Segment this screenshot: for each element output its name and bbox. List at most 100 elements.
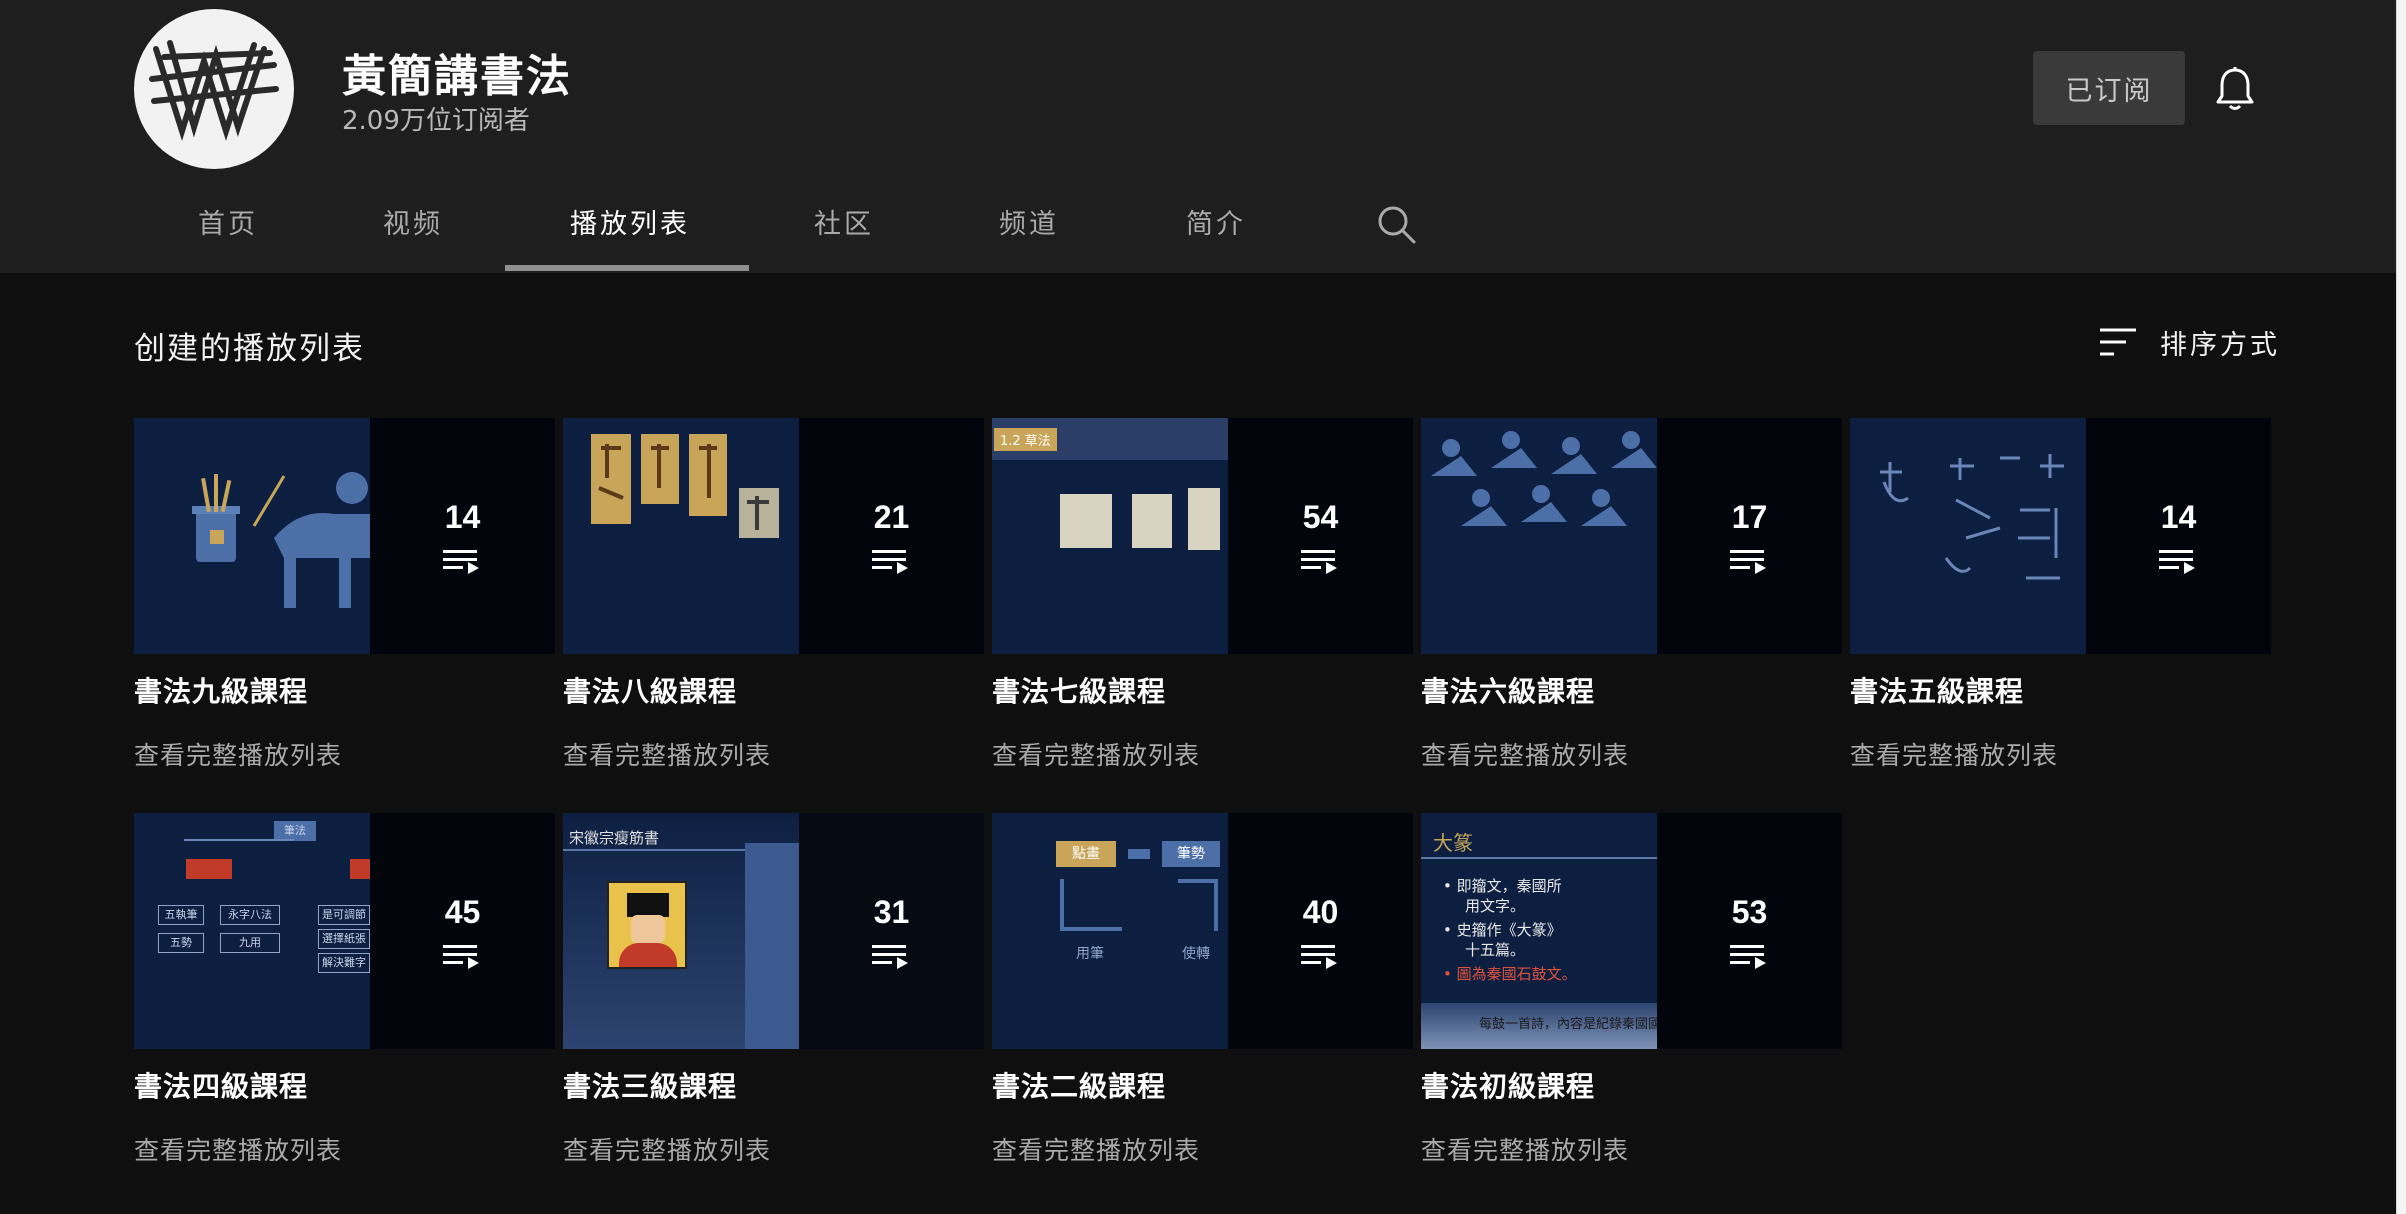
view-full-playlist-link[interactable]: 查看完整播放列表 xyxy=(992,736,1413,772)
channel-name: 黃簡講書法 xyxy=(342,51,572,102)
tab-home[interactable]: 首页 xyxy=(198,202,258,266)
thumbnail-illustration: 筆法 五執筆 永字八法 五勢 九用 是可調節 選擇紙張 解決難字 xyxy=(134,813,370,1049)
bell-icon xyxy=(2216,67,2254,110)
bullet-text: 用文字。 xyxy=(1465,897,1526,915)
playlist-thumbnail[interactable]: 大篆 • 即籀文，秦國所 用文字。 • 史籀作《大篆》 十五篇。 • 圖為秦國石… xyxy=(1421,813,1842,1049)
tab-playlists[interactable]: 播放列表 xyxy=(570,202,690,266)
sort-button[interactable]: 排序方式 xyxy=(2098,320,2280,364)
video-count: 14 xyxy=(2160,498,2197,535)
tree-connector xyxy=(184,839,294,841)
calligraphy-sample xyxy=(1132,494,1172,548)
video-count: 17 xyxy=(1731,498,1768,535)
section-title: 创建的播放列表 xyxy=(134,331,365,367)
subscriber-count: 2.09万位订阅者 xyxy=(342,106,530,136)
channel-search-button[interactable] xyxy=(1375,203,1419,247)
tab-community[interactable]: 社区 xyxy=(814,202,874,266)
video-count: 31 xyxy=(873,893,910,930)
playlist-title[interactable]: 書法六級課程 xyxy=(1421,670,1842,710)
tab-channels[interactable]: 频道 xyxy=(999,202,1059,266)
app-window: 黃簡講書法 2.09万位订阅者 已订阅 首页 视频 播放列表 社区 频道 简介 … xyxy=(0,0,2396,1214)
calligraphy-stroke xyxy=(1060,879,1122,931)
playlist-thumbnail[interactable]: 14 xyxy=(1850,418,2271,654)
tree-node xyxy=(186,859,232,879)
bullet-text: • 圖為秦國石鼓文。 xyxy=(1443,965,1577,983)
view-full-playlist-link[interactable]: 查看完整播放列表 xyxy=(1850,736,2271,772)
view-full-playlist-link[interactable]: 查看完整播放列表 xyxy=(992,1131,1413,1167)
tree-node: 筆法 xyxy=(274,821,316,841)
thumbnail-illustration xyxy=(134,418,370,654)
playlist-count-overlay: 14 xyxy=(2086,418,2271,654)
video-count: 45 xyxy=(444,893,481,930)
playlist-card[interactable]: 筆法 五執筆 永字八法 五勢 九用 是可調節 選擇紙張 解決難字 45 書法四級… xyxy=(134,813,555,1167)
playlist-title[interactable]: 書法四級課程 xyxy=(134,1065,555,1105)
playlist-thumbnail[interactable]: 14 xyxy=(134,418,555,654)
portrait-face xyxy=(631,915,665,943)
portrait-robe xyxy=(619,943,677,967)
playlist-title[interactable]: 書法八級課程 xyxy=(563,670,984,710)
subscribed-button[interactable]: 已订阅 xyxy=(2033,51,2185,125)
video-count: 53 xyxy=(1731,893,1768,930)
bullet-text: • 史籀作《大篆》 xyxy=(1443,921,1562,939)
playlist-card[interactable]: 21 書法八級課程 查看完整播放列表 xyxy=(563,418,984,772)
playlist-icon xyxy=(2158,549,2195,574)
playlist-icon xyxy=(442,944,479,969)
tree-node: 永字八法 xyxy=(220,905,280,925)
playlist-title[interactable]: 書法五級課程 xyxy=(1850,670,2271,710)
thumbnail-illustration: 點畫 筆勢 用筆 使轉 xyxy=(992,813,1228,1049)
thumbnail-header-text: 1.2 草法 xyxy=(994,428,1057,451)
playlist-icon xyxy=(442,549,479,574)
playlist-card[interactable]: 1.2 草法 54 書法七級課程 查看完整播放列表 xyxy=(992,418,1413,772)
view-full-playlist-link[interactable]: 查看完整播放列表 xyxy=(1421,1131,1842,1167)
playlist-card[interactable]: 14 書法五級課程 查看完整播放列表 xyxy=(1850,418,2271,772)
tree-node: 五執筆 xyxy=(158,905,204,925)
playlist-card[interactable]: 點畫 筆勢 用筆 使轉 40 書法二級課程 查看完整播放列表 xyxy=(992,813,1413,1167)
playlist-card[interactable]: 宋徽宗瘦筋書 31 書法三級課程 查看完整播放列表 xyxy=(563,813,984,1167)
tree-node: 九用 xyxy=(220,933,280,953)
tree-node: 是可調節 xyxy=(318,905,370,925)
playlist-card[interactable]: 17 書法六級課程 查看完整播放列表 xyxy=(1421,418,1842,772)
playlist-count-overlay: 21 xyxy=(799,418,984,654)
playlist-count-overlay: 31 xyxy=(799,813,984,1049)
thumbnail-illustration xyxy=(563,418,799,654)
thumbnail-label: 使轉 xyxy=(1182,946,1210,962)
playlist-icon xyxy=(1729,944,1766,969)
portrait-hat xyxy=(627,893,669,917)
playlist-icon xyxy=(1729,549,1766,574)
playlist-thumbnail[interactable]: 筆法 五執筆 永字八法 五勢 九用 是可調節 選擇紙張 解決難字 45 xyxy=(134,813,555,1049)
playlist-title[interactable]: 書法初級課程 xyxy=(1421,1065,1842,1105)
tree-node: 解決難字 xyxy=(318,953,370,973)
playlist-thumbnail[interactable]: 1.2 草法 54 xyxy=(992,418,1413,654)
notification-bell-button[interactable] xyxy=(2210,62,2260,116)
playlist-card[interactable]: 大篆 • 即籀文，秦國所 用文字。 • 史籀作《大篆》 十五篇。 • 圖為秦國石… xyxy=(1421,813,1842,1167)
playlist-title[interactable]: 書法二級課程 xyxy=(992,1065,1413,1105)
playlist-count-overlay: 53 xyxy=(1657,813,1842,1049)
playlist-count-overlay: 14 xyxy=(370,418,555,654)
view-full-playlist-link[interactable]: 查看完整播放列表 xyxy=(134,1131,555,1167)
view-full-playlist-link[interactable]: 查看完整播放列表 xyxy=(563,736,984,772)
tab-about[interactable]: 简介 xyxy=(1186,202,1246,266)
thumbnail-header-text: 宋徽宗瘦筋書 xyxy=(569,829,660,847)
playlist-card[interactable]: 14 書法九級課程 查看完整播放列表 xyxy=(134,418,555,772)
playlist-thumbnail[interactable]: 17 xyxy=(1421,418,1842,654)
playlist-thumbnail[interactable]: 宋徽宗瘦筋書 31 xyxy=(563,813,984,1049)
view-full-playlist-link[interactable]: 查看完整播放列表 xyxy=(1421,736,1842,772)
view-full-playlist-link[interactable]: 查看完整播放列表 xyxy=(134,736,555,772)
playlist-title[interactable]: 書法三級課程 xyxy=(563,1065,984,1105)
thumbnail-illustration: 宋徽宗瘦筋書 xyxy=(563,813,799,1049)
playlist-icon xyxy=(871,944,908,969)
thumbnail-panel xyxy=(745,843,799,1049)
channel-avatar[interactable] xyxy=(134,9,294,169)
playlist-icon xyxy=(1300,944,1337,969)
portrait-frame xyxy=(607,881,687,969)
playlist-count-overlay: 45 xyxy=(370,813,555,1049)
sort-label: 排序方式 xyxy=(2160,329,2280,361)
view-full-playlist-link[interactable]: 查看完整播放列表 xyxy=(563,1131,984,1167)
playlist-title[interactable]: 書法七級課程 xyxy=(992,670,1413,710)
playlist-title[interactable]: 書法九級課程 xyxy=(134,670,555,710)
playlist-thumbnail[interactable]: 點畫 筆勢 用筆 使轉 40 xyxy=(992,813,1413,1049)
tab-videos[interactable]: 视频 xyxy=(383,202,443,266)
video-count: 14 xyxy=(444,498,481,535)
playlist-count-overlay: 54 xyxy=(1228,418,1413,654)
playlist-thumbnail[interactable]: 21 xyxy=(563,418,984,654)
thumbnail-label: 點畫 xyxy=(1056,841,1116,867)
